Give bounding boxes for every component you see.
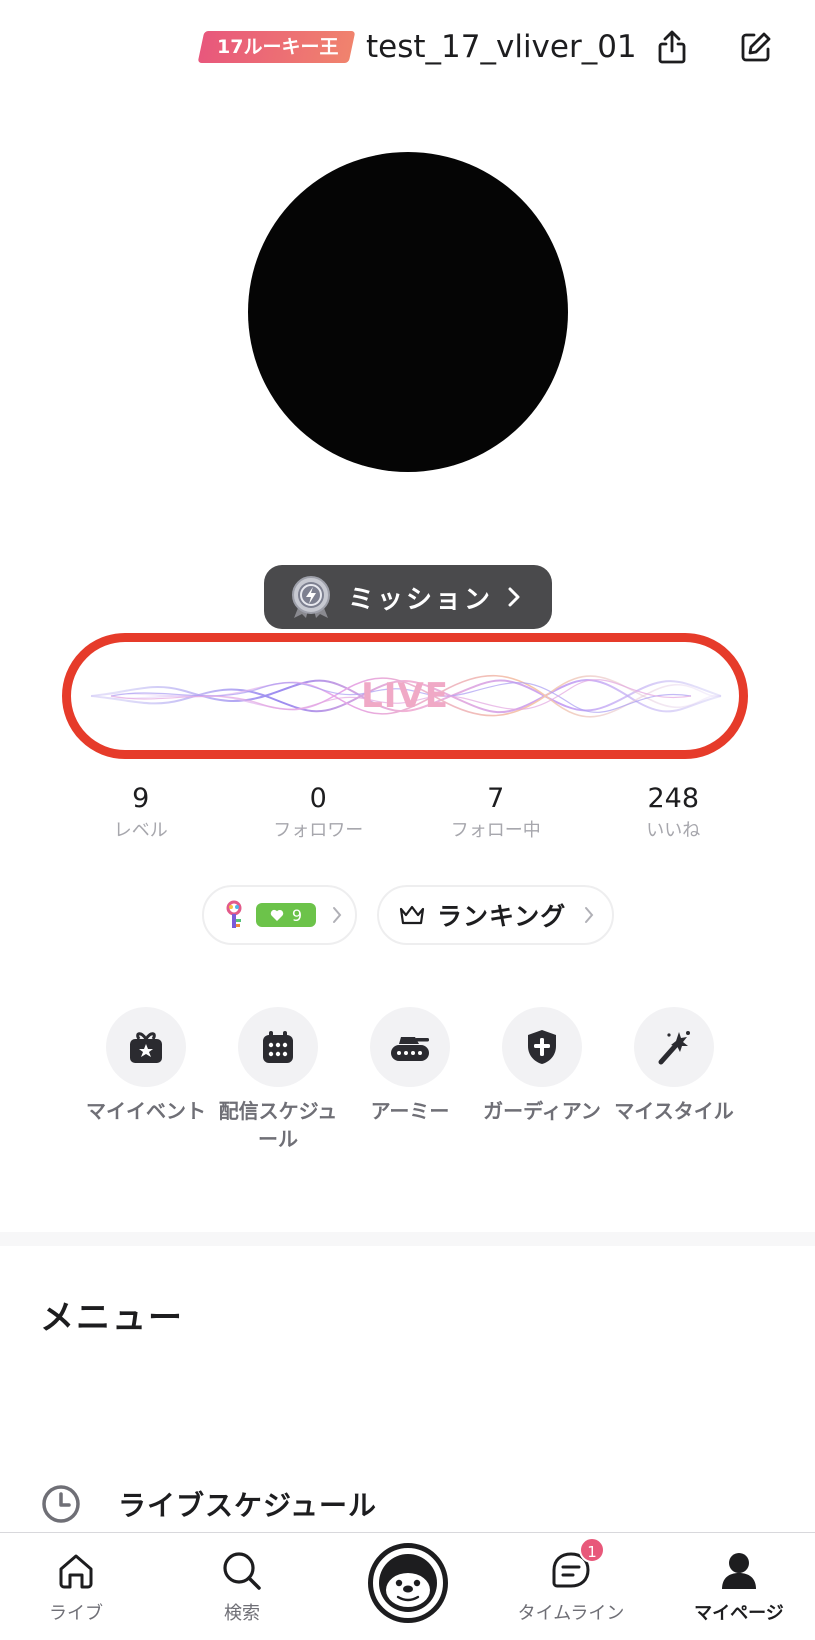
stat-label: レベル: [113, 820, 168, 841]
stat-likes[interactable]: 248 いいね: [585, 780, 763, 844]
rank-badge-label: 17ルーキー王: [217, 36, 339, 58]
mission-label: ミッション: [348, 584, 494, 615]
stat-following[interactable]: 7 フォロー中: [407, 780, 585, 844]
timeline-icon: 1: [549, 1537, 605, 1593]
rank-badge[interactable]: 17ルーキー王: [197, 31, 356, 63]
feature-label: アーミー: [370, 1099, 450, 1123]
feature-label: マイスタイル: [614, 1099, 734, 1123]
feature-label: ガーディアン: [483, 1099, 601, 1123]
edit-icon[interactable]: [735, 26, 777, 68]
stat-value: 0: [309, 783, 327, 814]
feature-guardian[interactable]: ガーディアン: [476, 1007, 608, 1153]
calendar-icon: [238, 1007, 318, 1087]
stat-value: 248: [647, 783, 700, 814]
profile-stats: 9 レベル 0 フォロワー 7 フォロー中 248 いいね: [52, 780, 762, 844]
level-heart-badge: 9: [256, 903, 316, 927]
share-icon[interactable]: [651, 26, 693, 68]
stat-label: フォロー中: [450, 820, 541, 841]
user-icon: [717, 1549, 761, 1593]
nav-search[interactable]: 検索: [162, 1533, 322, 1640]
home-icon: [54, 1549, 98, 1593]
shield-icon: [502, 1007, 582, 1087]
feature-grid: マイイベント 配信スケジュール アーミー ガーディアン マイスタイル: [80, 1007, 750, 1153]
heart-icon: [270, 909, 284, 921]
feature-army[interactable]: アーミー: [344, 1007, 476, 1153]
stat-value: 7: [487, 783, 505, 814]
feature-my-event[interactable]: マイイベント: [80, 1007, 212, 1153]
feature-label: 配信スケジュール: [218, 1099, 338, 1151]
section-divider: [0, 1232, 815, 1246]
stat-label: フォロワー: [273, 820, 364, 841]
stat-followers[interactable]: 0 フォロワー: [230, 780, 408, 844]
search-icon: [220, 1549, 264, 1593]
menu-item-label: ライブスケジュール: [118, 1489, 378, 1522]
ranking-chip[interactable]: ランキング: [377, 885, 614, 945]
username: test_17_vliver_01: [366, 29, 637, 65]
notification-badge: 1: [579, 1537, 605, 1563]
stat-level[interactable]: 9 レベル: [52, 780, 230, 844]
profile-header: 17ルーキー王 test_17_vliver_01: [0, 0, 815, 96]
mascot-face-icon: [379, 1554, 437, 1612]
nav-mypage[interactable]: マイページ: [659, 1533, 815, 1640]
nav-live-label: ライブ: [49, 1603, 103, 1624]
nav-live[interactable]: ライブ: [0, 1533, 156, 1640]
level-value: 9: [291, 905, 303, 925]
nav-timeline[interactable]: 1 タイムライン: [491, 1533, 651, 1640]
clock-icon: [42, 1485, 80, 1523]
menu-item-live-schedule[interactable]: ライブスケジュール: [40, 1480, 377, 1528]
nav-mypage-label: マイページ: [694, 1603, 784, 1624]
chevron-right-icon: [508, 587, 520, 607]
live-wave-banner[interactable]: LIVE: [62, 633, 748, 759]
ranking-label: ランキング: [437, 902, 567, 931]
mission-medal-icon: [292, 576, 330, 618]
crown-icon: [399, 905, 425, 925]
bottom-nav: ライブ 検索 1 タイムライン マイページ: [0, 1532, 815, 1640]
nav-search-label: 検索: [224, 1603, 260, 1624]
level-chip[interactable]: 9: [202, 885, 357, 945]
feature-my-style[interactable]: マイスタイル: [608, 1007, 740, 1153]
feature-label: マイイベント: [86, 1099, 206, 1123]
tank-icon: [370, 1007, 450, 1087]
mission-button[interactable]: ミッション: [264, 565, 552, 629]
menu-title: メニュー: [40, 1298, 184, 1338]
chevron-right-icon: [585, 907, 594, 923]
live-label: LIVE: [361, 676, 449, 716]
gift-star-icon: [106, 1007, 186, 1087]
go-live-button[interactable]: [368, 1543, 448, 1623]
nav-timeline-label: タイムライン: [517, 1603, 625, 1624]
key-icon: [226, 900, 242, 928]
stat-label: いいね: [646, 820, 701, 841]
feature-schedule[interactable]: 配信スケジュール: [212, 1007, 344, 1153]
chevron-right-icon: [333, 907, 342, 923]
magic-wand-icon: [634, 1007, 714, 1087]
avatar[interactable]: [248, 152, 568, 472]
stat-value: 9: [132, 783, 150, 814]
